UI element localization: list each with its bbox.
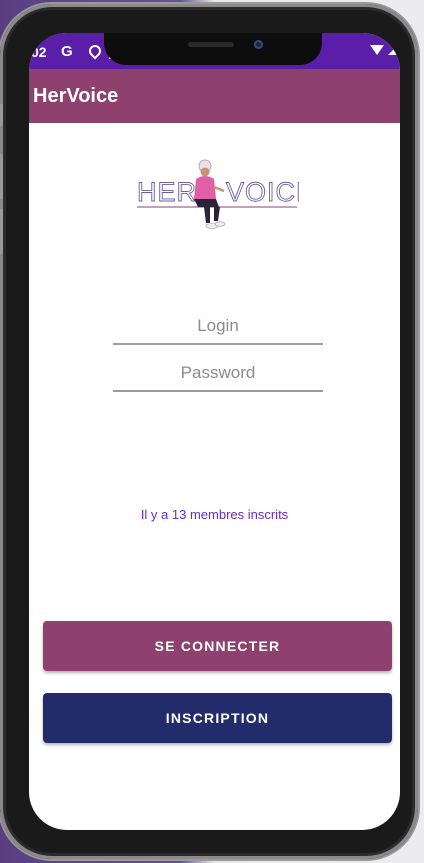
- wifi-icon: [370, 45, 384, 55]
- inscription-button[interactable]: INSCRIPTION: [43, 693, 392, 743]
- members-count-text: Il y a 13 membres inscrits: [140, 507, 289, 522]
- phone-frame: 02 G HerVoice HER VOICE: [0, 4, 418, 859]
- signal-icon: [388, 45, 398, 55]
- password-input[interactable]: [113, 356, 323, 392]
- phone-screen: 02 G HerVoice HER VOICE: [29, 33, 400, 830]
- front-camera-icon: [254, 40, 263, 49]
- login-input[interactable]: [113, 309, 323, 345]
- location-icon: [86, 42, 104, 60]
- logo-text-left: HER: [137, 177, 197, 207]
- status-time: 02: [31, 44, 47, 60]
- app-title: HerVoice: [33, 84, 119, 107]
- app-bar: HerVoice: [29, 69, 400, 123]
- notch: [104, 33, 322, 65]
- volume-up-button: [0, 154, 3, 199]
- connect-button[interactable]: SE CONNECTER: [43, 621, 392, 671]
- speaker-grill: [188, 42, 234, 47]
- volume-down-button: [0, 209, 3, 254]
- side-button: [0, 104, 3, 126]
- hervoice-logo: HER VOICE: [137, 159, 299, 229]
- logo-text-right: VOICE: [226, 177, 299, 207]
- google-icon: G: [61, 43, 73, 60]
